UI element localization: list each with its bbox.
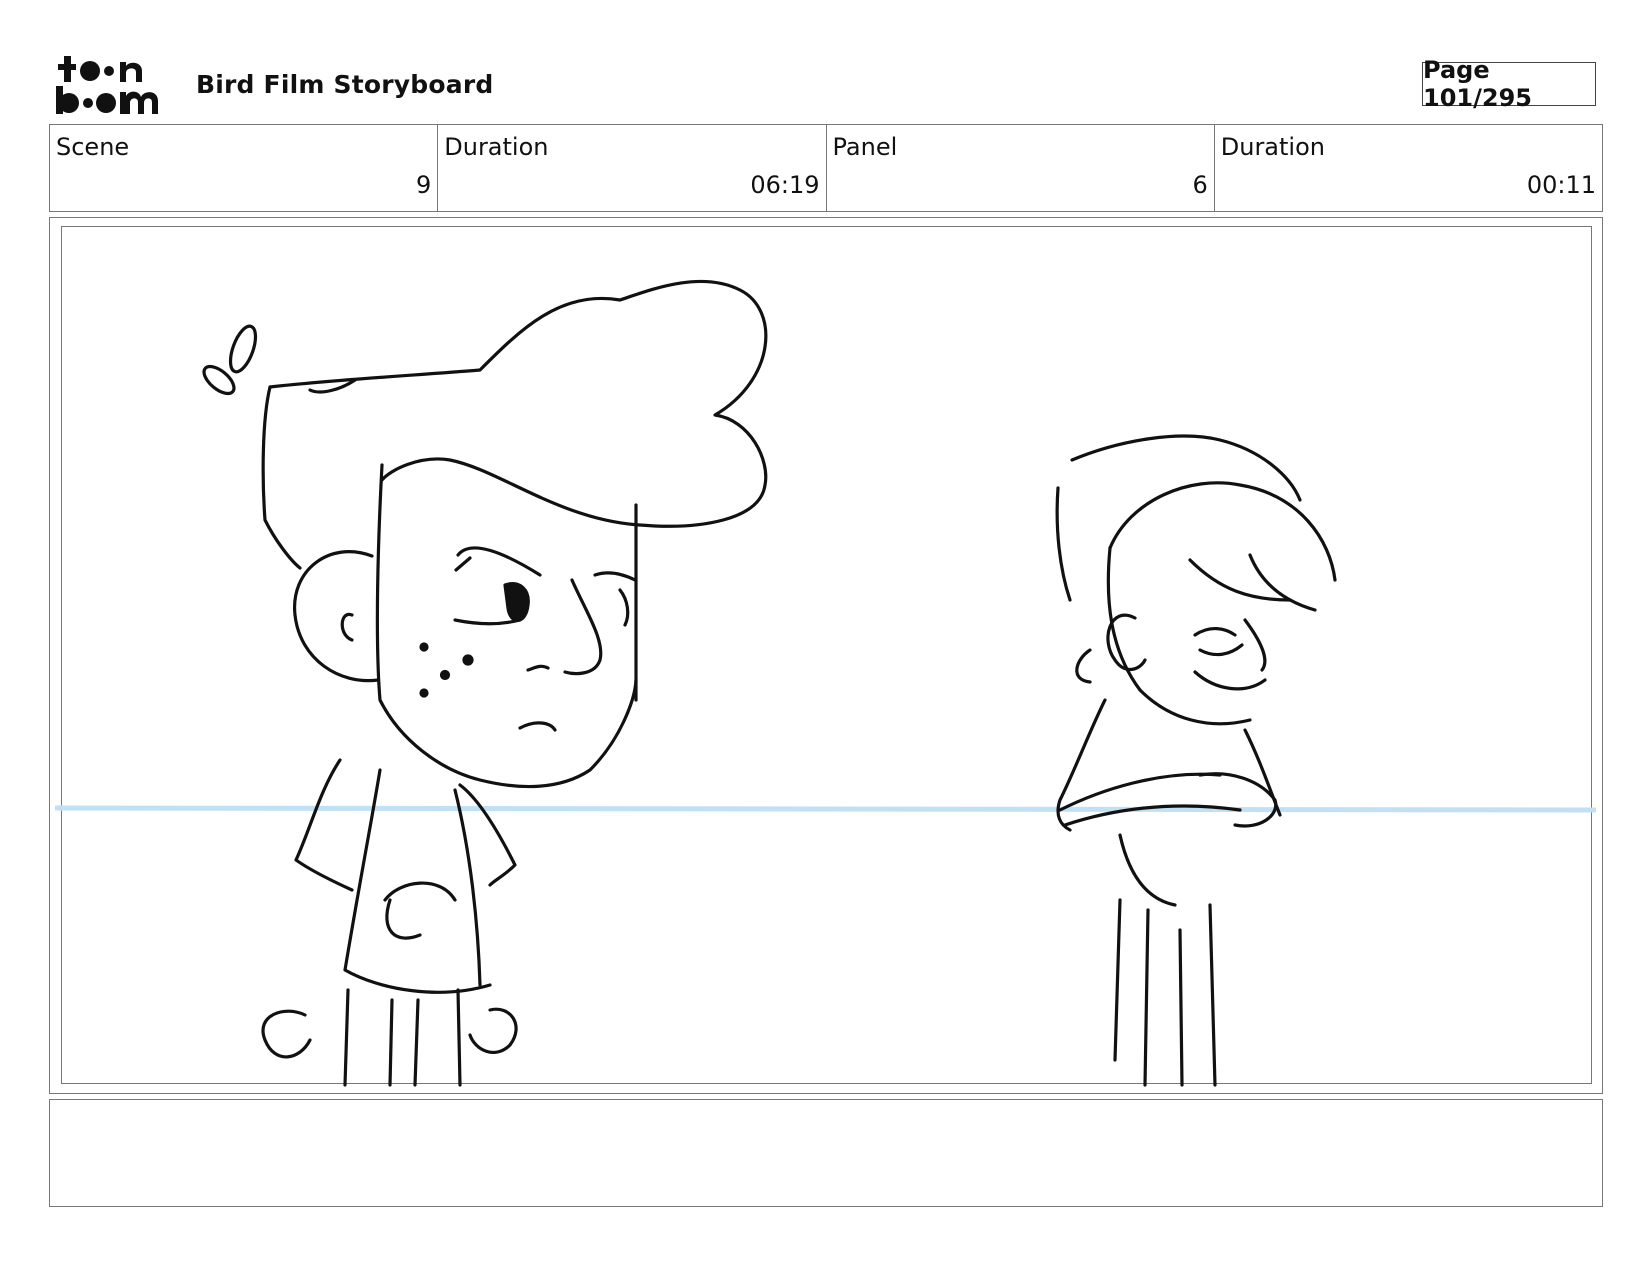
panel-duration-value: 00:11: [1526, 171, 1596, 199]
panel-duration-label: Duration: [1220, 133, 1325, 161]
panel-label: Panel: [832, 133, 898, 161]
panel-duration-cell: Duration 00:11: [1215, 125, 1602, 211]
panel-frame-inner: [61, 226, 1592, 1084]
scene-value: 9: [415, 171, 432, 199]
scene-duration-value: 06:19: [750, 171, 820, 199]
scene-duration-cell: Duration 06:19: [438, 125, 827, 211]
scene-label: Scene: [56, 133, 130, 161]
project-title: Bird Film Storyboard: [196, 70, 494, 99]
panel-notes-box: [49, 1099, 1603, 1207]
scene-info-row: Scene 9 Duration 06:19 Panel 6 Duration …: [49, 124, 1603, 212]
toon-boom-logo: [54, 54, 172, 116]
scene-duration-label: Duration: [444, 133, 549, 161]
panel-value: 6: [1192, 171, 1208, 199]
panel-cell: Panel 6: [827, 125, 1215, 211]
page-indicator: Page 101/295: [1422, 56, 1596, 112]
scene-cell: Scene 9: [50, 125, 439, 211]
